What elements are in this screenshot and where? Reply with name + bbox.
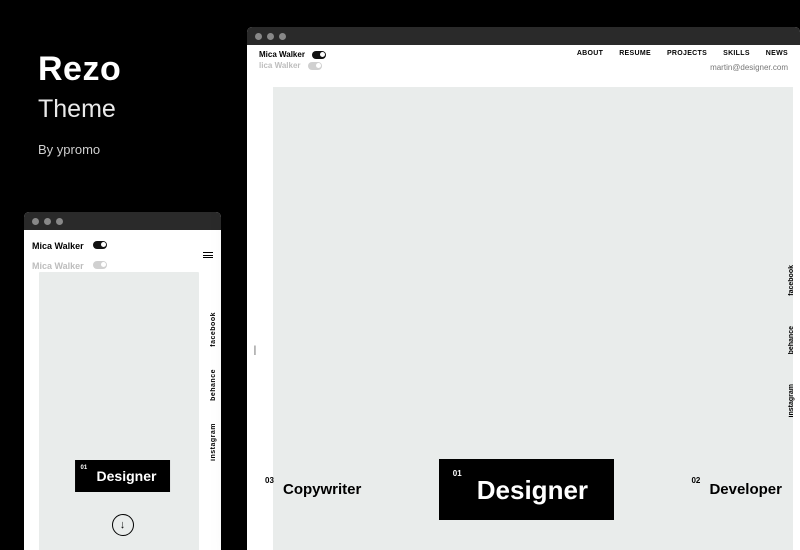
nav-link-resume[interactable]: RESUME <box>619 50 651 57</box>
preview-window-mobile: Mica Walker Mica Walker facebook behance… <box>24 212 221 550</box>
role-label: Designer <box>477 475 588 505</box>
role-label: Copywriter <box>283 481 361 498</box>
preview-window-desktop: Mica Walker lica Walker ABOUT RESUME PRO… <box>247 27 800 550</box>
role-number: 03 <box>265 476 274 485</box>
theme-toggle[interactable] <box>312 51 326 59</box>
traffic-dot-icon <box>32 218 39 225</box>
hamburger-menu-icon[interactable] <box>203 252 213 258</box>
role-number: 01 <box>81 465 88 471</box>
contact-email[interactable]: martin@designer.com <box>710 63 788 72</box>
role-badge-right[interactable]: 02 Developer <box>691 481 782 498</box>
nav-link-projects[interactable]: PROJECTS <box>667 50 707 57</box>
brand-author: By ypromo <box>38 142 121 157</box>
nav-link-skills[interactable]: SKILLS <box>723 50 750 57</box>
traffic-dot-icon <box>56 218 63 225</box>
site-name: Mica Walker <box>259 50 305 59</box>
traffic-dot-icon <box>255 33 262 40</box>
theme-toggle-ghost <box>308 62 322 70</box>
site-name-ghost: lica Walker <box>259 61 301 70</box>
nav-link-about[interactable]: ABOUT <box>577 50 603 57</box>
brand-title: Rezo <box>38 50 121 89</box>
site-name: Mica Walker <box>32 241 84 251</box>
social-link-instagram[interactable]: instagram <box>210 423 217 461</box>
role-badge-left[interactable]: 03 Copywriter <box>265 481 361 498</box>
scroll-down-button[interactable]: ↓ <box>112 514 134 536</box>
theme-toggle[interactable] <box>93 241 107 249</box>
window-titlebar <box>247 27 800 45</box>
role-label: Developer <box>709 481 782 498</box>
nav-link-news[interactable]: NEWS <box>766 50 788 57</box>
social-link-facebook[interactable]: facebook <box>788 265 795 296</box>
social-link-behance[interactable]: behance <box>210 369 217 401</box>
brand-subtitle: Theme <box>38 95 121 124</box>
traffic-dot-icon <box>267 33 274 40</box>
hero-photo <box>39 272 199 550</box>
traffic-dot-icon <box>279 33 286 40</box>
role-badge-main[interactable]: 01 Designer <box>75 460 171 492</box>
role-number: 01 <box>453 469 462 478</box>
theme-toggle-ghost <box>93 261 107 269</box>
role-label: Designer <box>97 468 157 484</box>
social-link-facebook[interactable]: facebook <box>210 312 217 347</box>
social-link-behance[interactable]: behance <box>788 326 795 354</box>
arrow-down-icon: ↓ <box>120 519 126 531</box>
role-number: 02 <box>691 476 700 485</box>
role-badge-main[interactable]: 01 Designer <box>439 459 614 520</box>
traffic-dot-icon <box>44 218 51 225</box>
site-name-ghost: Mica Walker <box>32 261 84 271</box>
social-link-instagram[interactable]: instagram <box>788 384 795 417</box>
window-titlebar <box>24 212 221 230</box>
